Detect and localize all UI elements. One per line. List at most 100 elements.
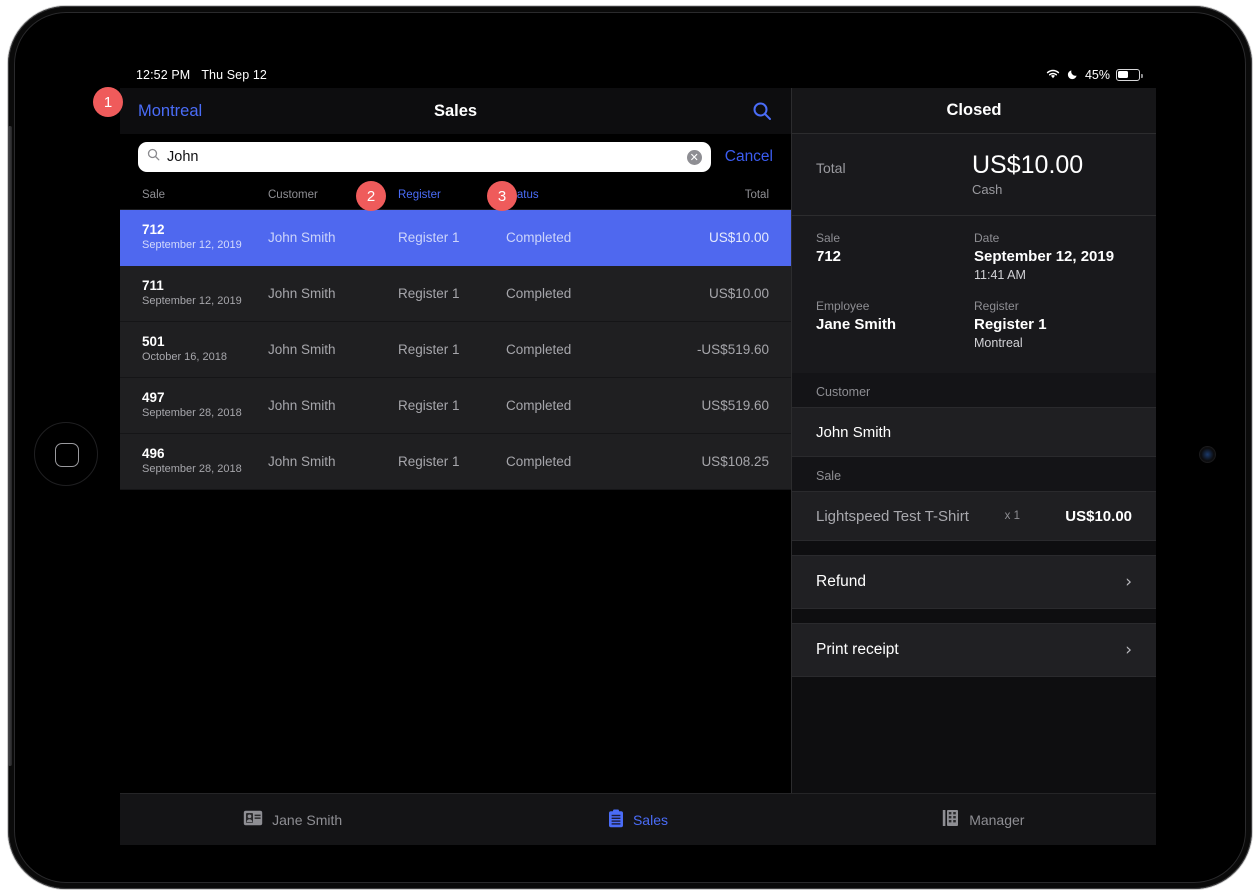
cell-status: Completed [506,398,572,413]
cell-total: US$519.60 [701,398,769,413]
total-block: Total US$10.00 Cash [792,134,1156,216]
print-receipt-button[interactable]: Print receipt › [792,623,1156,677]
chevron-right-icon: › [1125,640,1132,660]
cell-sale: 497 September 28, 2018 [120,390,268,421]
tab-employee[interactable]: Jane Smith [120,794,465,845]
battery-fill [1118,71,1129,79]
total-values: US$10.00 Cash [972,150,1132,197]
line-item-qty: x 1 [1004,510,1020,522]
battery-icon [1116,69,1143,81]
meta-value: Jane Smith [816,316,897,333]
search-row: John ✕ Cancel [120,134,791,180]
cell-sale-number: 496 [142,446,165,461]
meta-sub: 11:41 AM [974,268,1026,282]
annotation-badge-3: 3 [487,181,517,211]
tab-manager-label: Manager [969,811,1025,828]
meta-cell-date: Date September 12, 2019 11:41 AM [974,230,1132,284]
tab-sales-label: Sales [632,811,668,828]
cell-register: Register 1 [398,454,460,469]
cell-status: Completed [506,230,572,245]
meta-value: 712 [816,248,842,265]
line-item-price: US$10.00 [1065,507,1132,525]
cell-sale-date: September 12, 2019 [142,239,242,251]
table-row[interactable]: 497 September 28, 2018 John Smith Regist… [120,378,791,434]
section-label-customer: Customer [792,373,1156,407]
front-camera-icon [1200,447,1215,462]
page-title: Sales [433,101,478,120]
search-input[interactable]: John ✕ [138,142,711,172]
cell-customer: John Smith [268,286,336,301]
meta-label: Sale [816,231,841,245]
cell-sale: 711 September 12, 2019 [120,278,268,309]
chevron-right-icon: › [1125,572,1132,592]
annotation-badge-1: 1 [93,87,123,117]
sale-detail-pane: Closed Total US$10.00 Cash Sale 712 Date… [791,88,1156,845]
cell-total: US$108.25 [701,454,769,469]
table-row[interactable]: 501 October 16, 2018 John Smith Register… [120,322,791,378]
cell-sale-date: September 28, 2018 [142,463,242,475]
meta-label: Employee [816,299,870,313]
tab-bar: Jane Smith Sales Manager [120,793,1156,845]
clipboard-icon [608,809,624,831]
spacer [792,609,1156,623]
ipad-screen: 12:52 PM Thu Sep 12 45% Montreal Sales J… [120,62,1156,845]
battery-percent-label: 45% [1084,68,1110,82]
meta-label: Register [974,299,1019,313]
meta-cell-employee: Employee Jane Smith [816,298,974,352]
ipad-device-frame: 12:52 PM Thu Sep 12 45% Montreal Sales J… [8,6,1252,889]
cancel-search-button[interactable]: Cancel [725,148,773,166]
cell-sale-date: October 16, 2018 [142,351,228,363]
cell-status: Completed [506,454,572,469]
customer-row[interactable]: John Smith [792,407,1156,457]
spacer [792,541,1156,555]
table-row[interactable]: 712 September 12, 2019 John Smith Regist… [120,210,791,266]
home-button[interactable] [34,422,98,486]
cell-status: Completed [506,286,572,301]
search-icon[interactable] [751,100,773,122]
contact-card-icon [243,810,263,829]
tab-sales[interactable]: Sales [465,794,810,845]
cell-register: Register 1 [398,286,460,301]
content-area: Montreal Sales John ✕ Cancel Sale Custom… [120,88,1156,845]
cell-register: Register 1 [398,398,460,413]
cell-sale-number: 501 [142,334,165,349]
column-header-total: Total [744,188,769,201]
cell-sale: 501 October 16, 2018 [120,334,268,365]
cell-status: Completed [506,342,572,357]
cell-sale-number: 497 [142,390,165,405]
navigation-bar: Montreal Sales [120,88,791,134]
table-row[interactable]: 496 September 28, 2018 John Smith Regist… [120,434,791,490]
back-button-montreal[interactable]: Montreal [138,102,202,121]
status-time: 12:52 PM [136,68,191,82]
cell-sale-number: 711 [142,278,164,293]
annotation-badge-2: 2 [356,181,386,211]
meta-cell-sale: Sale 712 [816,230,974,284]
column-header-sale: Sale [142,188,166,201]
cell-customer: John Smith [268,342,336,357]
table-header: Sale Customer Register Status Total [120,180,791,210]
clear-search-icon[interactable]: ✕ [686,149,702,165]
home-button-square-icon [55,443,79,467]
meta-label: Date [974,231,1000,245]
refund-button[interactable]: Refund › [792,555,1156,609]
wifi-icon [1045,68,1061,83]
cell-sale-date: September 28, 2018 [142,407,242,419]
cell-register: Register 1 [398,230,460,245]
refund-label: Refund [816,573,866,590]
table-row[interactable]: 711 September 12, 2019 John Smith Regist… [120,266,791,322]
cell-sale-number: 712 [142,222,165,237]
cell-customer: John Smith [268,454,336,469]
total-label: Total [816,160,846,176]
cell-sale: 496 September 28, 2018 [120,446,268,477]
cell-total: -US$519.60 [696,342,769,357]
tab-manager[interactable]: Manager [811,794,1156,845]
meta-value: September 12, 2019 [974,248,1115,265]
section-label-sale: Sale [792,457,1156,491]
magnifier-icon [147,148,160,166]
line-item-row[interactable]: Lightspeed Test T-Shirt x 1 US$10.00 [792,491,1156,541]
building-icon [942,809,960,830]
column-header-status[interactable]: Status [506,189,656,201]
status-bar-left: 12:52 PM Thu Sep 12 [136,68,267,82]
sale-meta-block: Sale 712 Date September 12, 2019 11:41 A… [792,216,1156,373]
print-receipt-label: Print receipt [816,641,899,658]
